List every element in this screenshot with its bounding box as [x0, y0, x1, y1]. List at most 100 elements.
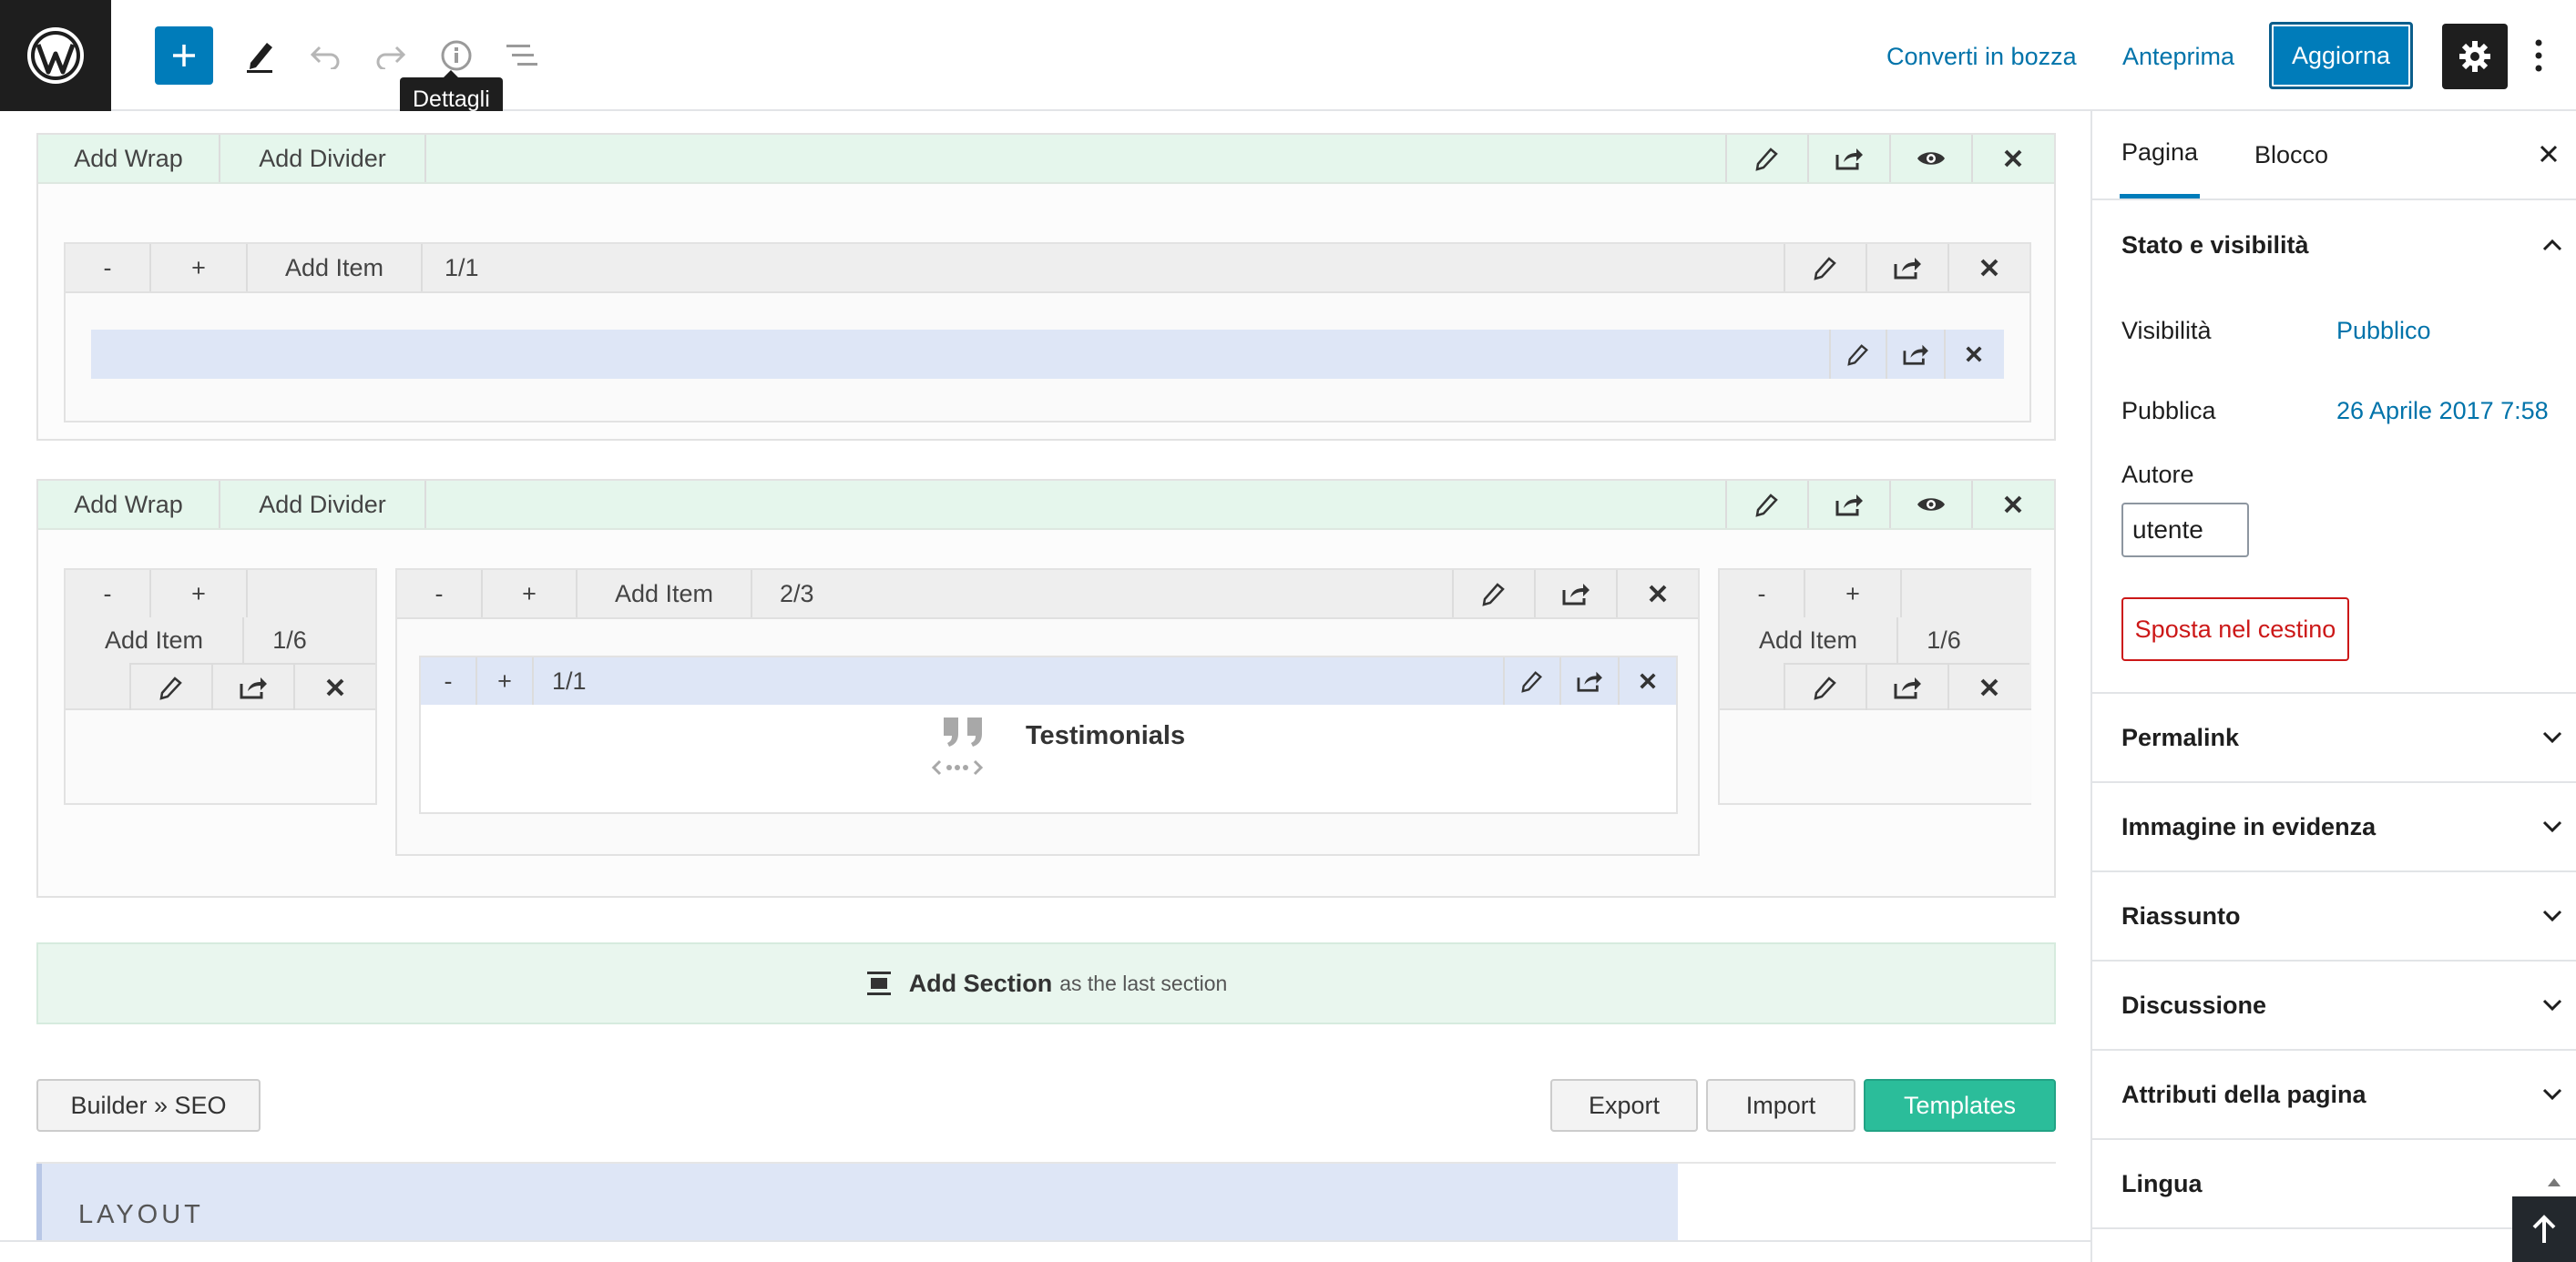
templates-button[interactable]: Templates: [1864, 1079, 2056, 1132]
delete-close-icon[interactable]: [1616, 570, 1698, 617]
edit-pencil-icon[interactable]: [1452, 570, 1534, 617]
builder-item-bar: [91, 330, 2004, 379]
panel-title: Attributi della pagina: [2121, 1080, 2366, 1108]
chevron-down-icon: [2542, 731, 2562, 744]
layout-tab-label: LAYOUT: [78, 1200, 204, 1229]
convert-to-draft-button[interactable]: Converti in bozza: [1886, 40, 2077, 73]
add-divider-button[interactable]: Add Divider: [220, 135, 426, 182]
edit-pencil-icon[interactable]: [1725, 135, 1807, 182]
share-export-icon[interactable]: [1534, 570, 1616, 617]
share-export-icon[interactable]: [1807, 481, 1889, 528]
author-select[interactable]: utente: [2121, 503, 2249, 557]
import-button[interactable]: Import: [1706, 1079, 1855, 1132]
settings-sidebar: Pagina Blocco Stato e visibilità Visibil…: [2090, 111, 2576, 1262]
tab-page[interactable]: Pagina: [2120, 111, 2201, 198]
increase-size-button[interactable]: +: [151, 244, 248, 291]
chevron-up-icon: [2542, 239, 2562, 251]
add-item-button[interactable]: Add Item: [248, 244, 423, 291]
edit-pencil-icon[interactable]: [1503, 657, 1559, 705]
visibility-value-link[interactable]: Pubblico: [2336, 317, 2431, 345]
scroll-to-top-arrow-icon[interactable]: [2512, 1196, 2576, 1262]
editor-header: Dettagli Converti in bozza Anteprima Agg…: [0, 0, 2576, 121]
add-item-button[interactable]: Add Item: [1720, 617, 1898, 663]
panel-discussion[interactable]: Discussione: [2092, 960, 2576, 1049]
settings-gear-icon[interactable]: [2442, 24, 2508, 89]
chevron-down-icon: [2542, 1088, 2562, 1101]
increase-size-button[interactable]: +: [1805, 570, 1902, 617]
visibility-label: Visibilità: [2121, 317, 2212, 344]
delete-close-icon[interactable]: [1971, 481, 2053, 528]
add-wrap-button[interactable]: Add Wrap: [38, 135, 220, 182]
delete-close-icon[interactable]: [1618, 657, 1676, 705]
panel-permalink[interactable]: Permalink: [2092, 692, 2576, 781]
visibility-eye-icon[interactable]: [1889, 481, 1971, 528]
add-block-button[interactable]: [155, 26, 213, 85]
more-options-icon[interactable]: [2525, 33, 2552, 78]
delete-close-icon[interactable]: [1947, 244, 2029, 291]
edit-pencil-icon[interactable]: [1784, 663, 1866, 710]
share-export-icon[interactable]: [1886, 330, 1944, 379]
edit-pencil-icon[interactable]: [1829, 330, 1886, 379]
builder-section: Add Wrap Add Divider - + Add Item 1/6 - …: [36, 479, 2056, 898]
edit-pencil-icon[interactable]: [1725, 481, 1807, 528]
edit-pencil-icon[interactable]: [129, 663, 211, 710]
publish-date-link[interactable]: 26 Aprile 2017 7:58: [2336, 397, 2549, 425]
decrease-size-button[interactable]: -: [397, 570, 483, 617]
delete-close-icon[interactable]: [1947, 663, 2029, 710]
panel-title: Stato e visibilità: [2121, 230, 2309, 259]
close-icon[interactable]: [2539, 144, 2559, 164]
builder-seo-button[interactable]: Builder » SEO: [36, 1079, 261, 1132]
panel-status-visibility[interactable]: Stato e visibilità: [2092, 200, 2576, 290]
add-section-button[interactable]: Add Section as the last section: [36, 942, 2056, 1024]
decrease-size-button[interactable]: -: [1720, 570, 1805, 617]
add-item-button[interactable]: Add Item: [578, 570, 752, 617]
delete-close-icon[interactable]: [1944, 330, 2002, 379]
increase-size-button[interactable]: +: [477, 657, 534, 705]
undo-icon[interactable]: [301, 31, 350, 80]
increase-size-button[interactable]: +: [483, 570, 578, 617]
panel-excerpt[interactable]: Riassunto: [2092, 870, 2576, 960]
builder-wrap: - + Add Item 1/6: [1718, 568, 2031, 805]
share-export-icon[interactable]: [1807, 135, 1889, 182]
redo-icon[interactable]: [366, 31, 415, 80]
chevron-down-icon: [2542, 910, 2562, 922]
panel-title: Riassunto: [2121, 901, 2241, 930]
panel-title: Permalink: [2121, 723, 2240, 751]
panel-language[interactable]: Lingua: [2092, 1138, 2576, 1229]
section-toolbar: Add Wrap Add Divider: [38, 135, 2054, 184]
visibility-eye-icon[interactable]: [1889, 135, 1971, 182]
edit-tools-pencil-icon[interactable]: [235, 31, 284, 80]
wrap-size-label: 2/3: [780, 579, 814, 607]
share-export-icon[interactable]: [1866, 663, 1947, 710]
move-to-trash-button[interactable]: Sposta nel cestino: [2121, 597, 2349, 661]
delete-close-icon[interactable]: [1971, 135, 2053, 182]
tab-block[interactable]: Blocco: [2254, 111, 2328, 198]
export-button[interactable]: Export: [1550, 1079, 1698, 1132]
update-button[interactable]: Aggiorna: [2269, 22, 2413, 89]
item-title: Testimonials: [1026, 721, 1186, 750]
block-navigation-icon[interactable]: [497, 31, 547, 80]
testimonials-item[interactable]: - + 1/1 Testimonials: [419, 656, 1678, 814]
increase-size-button[interactable]: +: [151, 570, 248, 617]
testimonials-quote-icon: [927, 716, 1009, 781]
section-icon: [865, 970, 893, 997]
add-wrap-button[interactable]: Add Wrap: [38, 481, 220, 528]
section-toolbar: Add Wrap Add Divider: [38, 481, 2054, 530]
add-divider-button[interactable]: Add Divider: [220, 481, 426, 528]
edit-pencil-icon[interactable]: [1784, 244, 1866, 291]
builder-wrap: - + Add Item 2/3 - + 1/1 Testimonials: [395, 568, 1700, 856]
wrap-toolbar: - + Add Item 1/6: [1720, 570, 2031, 710]
panel-title: Lingua: [2121, 1169, 2203, 1197]
share-export-icon[interactable]: [211, 663, 293, 710]
decrease-size-button[interactable]: -: [421, 657, 477, 705]
panel-featured-image[interactable]: Immagine in evidenza: [2092, 781, 2576, 870]
panel-page-attributes[interactable]: Attributi della pagina: [2092, 1049, 2576, 1138]
decrease-size-button[interactable]: -: [66, 244, 151, 291]
preview-button[interactable]: Anteprima: [2122, 40, 2234, 73]
delete-close-icon[interactable]: [293, 663, 375, 710]
wordpress-logo-icon[interactable]: [0, 0, 111, 111]
add-item-button[interactable]: Add Item: [66, 617, 244, 663]
share-export-icon[interactable]: [1559, 657, 1618, 705]
decrease-size-button[interactable]: -: [66, 570, 151, 617]
share-export-icon[interactable]: [1866, 244, 1947, 291]
